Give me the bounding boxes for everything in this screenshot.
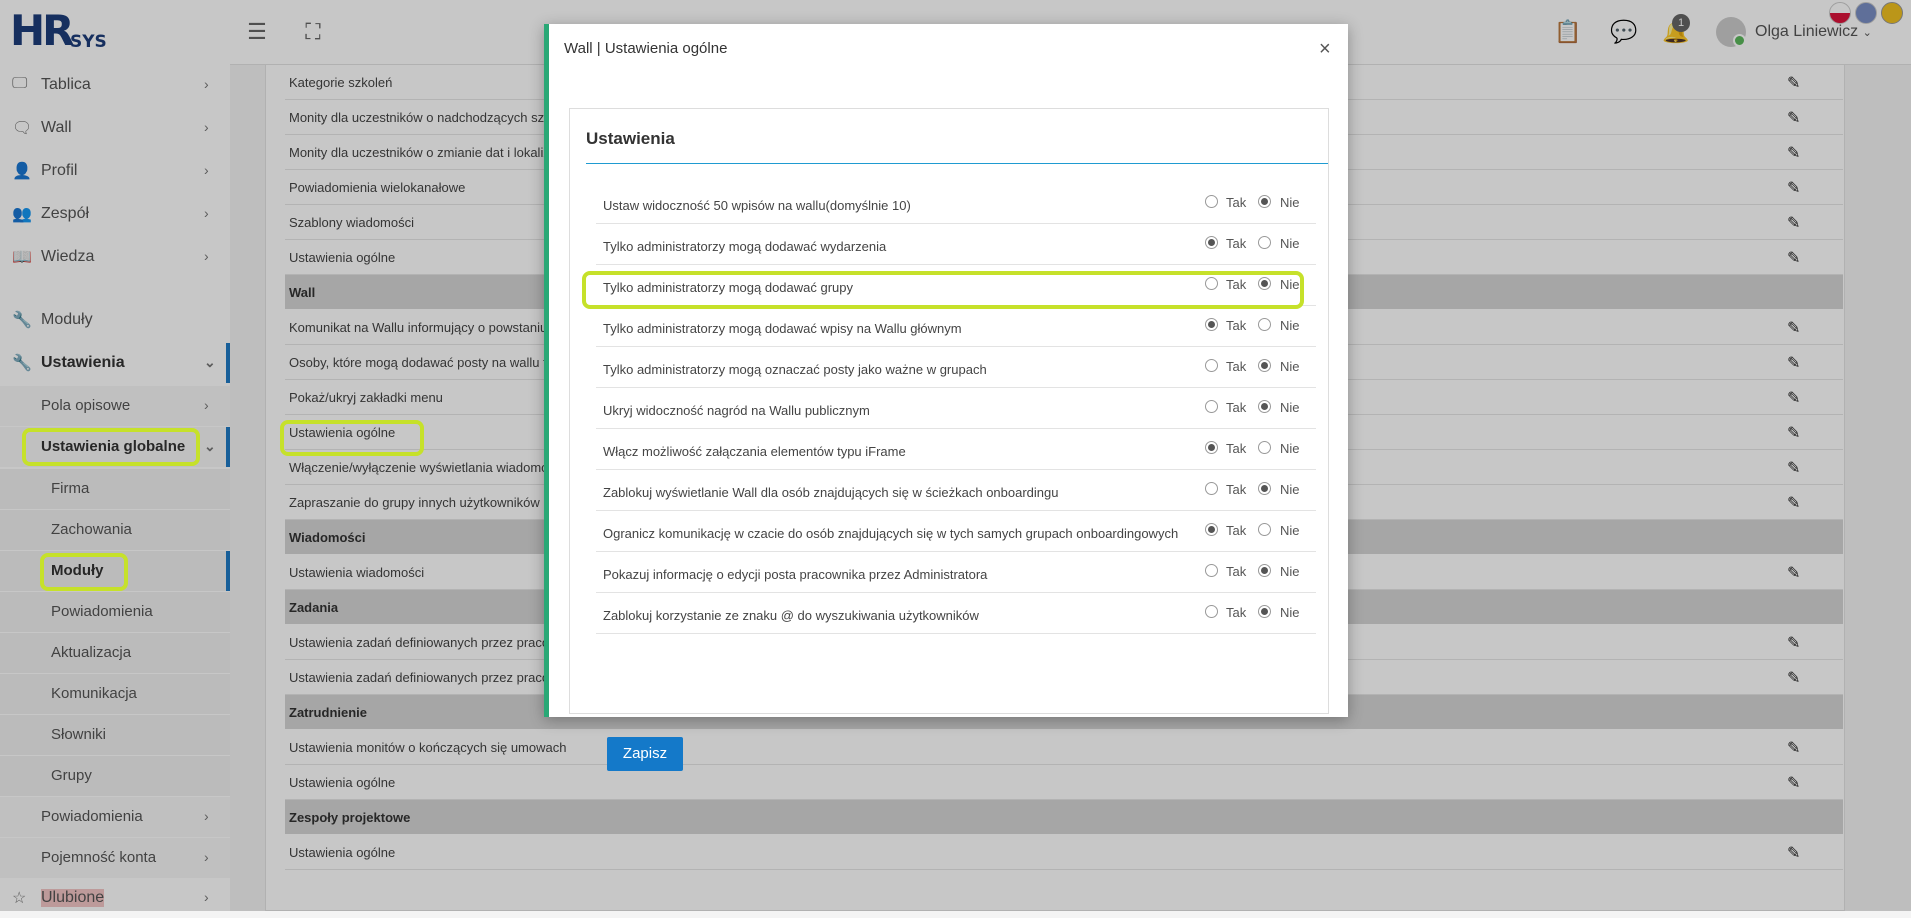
radio-tak[interactable]	[1205, 441, 1218, 454]
radio-nie-label: Nie	[1280, 441, 1300, 456]
radio-nie[interactable]	[1258, 482, 1271, 495]
radio-tak-label: Tak	[1226, 236, 1247, 251]
settings-panel: Ustawienia Ustaw widoczność 50 wpisów na…	[569, 108, 1329, 771]
panel-divider	[586, 163, 1328, 164]
radio-tak[interactable]	[1205, 482, 1218, 495]
setting-row: Tylko administratorzy mogą dodawać wpisy…	[596, 306, 1316, 347]
setting-label: Pokazuj informację o edycji posta pracow…	[603, 567, 988, 582]
radio-tak[interactable]	[1205, 400, 1218, 413]
radio-nie-label: Nie	[1280, 400, 1300, 415]
setting-row: Włącz możliwość załączania elementów typ…	[596, 429, 1316, 470]
radio-tak-label: Tak	[1226, 359, 1247, 374]
highlight-dodawac-grupy	[582, 271, 1304, 309]
radio-tak[interactable]	[1205, 359, 1218, 372]
radio-nie-label: Nie	[1280, 195, 1300, 210]
highlight-ustawienia-globalne	[22, 428, 200, 466]
radio-tak-label: Tak	[1226, 564, 1247, 579]
setting-label: Ukryj widoczność nagród na Wallu publicz…	[603, 403, 870, 418]
radio-nie[interactable]	[1258, 400, 1271, 413]
setting-row: Zablokuj wyświetlanie Wall dla osób znaj…	[596, 470, 1316, 511]
setting-row: Tylko administratorzy mogą oznaczać post…	[596, 347, 1316, 388]
setting-label: Tylko administratorzy mogą dodawać wpisy…	[603, 321, 962, 336]
setting-label: Zablokuj wyświetlanie Wall dla osób znaj…	[603, 485, 1059, 500]
save-button[interactable]: Zapisz	[607, 737, 683, 771]
radio-nie-label: Nie	[1280, 236, 1300, 251]
radio-tak[interactable]	[1205, 195, 1218, 208]
radio-tak-label: Tak	[1226, 318, 1247, 333]
radio-nie-label: Nie	[1280, 564, 1300, 579]
setting-label: Ogranicz komunikację w czacie do osób zn…	[603, 526, 1179, 541]
radio-tak-label: Tak	[1226, 605, 1247, 620]
radio-tak[interactable]	[1205, 236, 1218, 249]
radio-nie-label: Nie	[1280, 482, 1300, 497]
radio-tak-label: Tak	[1226, 482, 1247, 497]
setting-row: Tylko administratorzy mogą dodawać wydar…	[596, 224, 1316, 265]
modal-title: Wall | Ustawienia ogólne	[564, 40, 728, 57]
setting-label: Tylko administratorzy mogą dodawać wydar…	[603, 239, 887, 254]
radio-nie[interactable]	[1258, 441, 1271, 454]
setting-label: Tylko administratorzy mogą oznaczać post…	[603, 362, 987, 377]
radio-tak[interactable]	[1205, 564, 1218, 577]
radio-nie-label: Nie	[1280, 318, 1300, 333]
setting-label: Włącz możliwość załączania elementów typ…	[603, 444, 906, 459]
radio-nie[interactable]	[1258, 523, 1271, 536]
highlight-ustawienia-ogolne	[280, 420, 424, 456]
setting-label: Ustaw widoczność 50 wpisów na wallu(domy…	[603, 198, 911, 213]
radio-nie-label: Nie	[1280, 359, 1300, 374]
radio-tak-label: Tak	[1226, 195, 1247, 210]
radio-nie[interactable]	[1258, 564, 1271, 577]
highlight-moduly	[40, 553, 128, 591]
radio-nie[interactable]	[1258, 195, 1271, 208]
setting-row: Ukryj widoczność nagród na Wallu publicz…	[596, 388, 1316, 429]
panel-title: Ustawienia	[586, 129, 675, 148]
radio-tak-label: Tak	[1226, 400, 1247, 415]
radio-nie[interactable]	[1258, 605, 1271, 618]
settings-modal: Wall | Ustawienia ogólne × Ustawienia Us…	[544, 24, 1348, 771]
setting-row: Ogranicz komunikację w czacie do osób zn…	[596, 511, 1316, 552]
radio-nie[interactable]	[1258, 318, 1271, 331]
radio-nie[interactable]	[1258, 359, 1271, 372]
radio-nie[interactable]	[1258, 236, 1271, 249]
radio-tak[interactable]	[1205, 523, 1218, 536]
setting-row: Ustaw widoczność 50 wpisów na wallu(domy…	[596, 183, 1316, 224]
close-icon[interactable]: ×	[1319, 38, 1331, 61]
setting-row: Pokazuj informację o edycji posta pracow…	[596, 552, 1316, 593]
setting-label: Zablokuj korzystanie ze znaku @ do wyszu…	[603, 608, 979, 623]
radio-nie-label: Nie	[1280, 605, 1300, 620]
radio-tak[interactable]	[1205, 605, 1218, 618]
radio-tak-label: Tak	[1226, 441, 1247, 456]
setting-row: Zablokuj korzystanie ze znaku @ do wyszu…	[596, 593, 1316, 634]
radio-nie-label: Nie	[1280, 523, 1300, 538]
radio-tak-label: Tak	[1226, 523, 1247, 538]
radio-tak[interactable]	[1205, 318, 1218, 331]
